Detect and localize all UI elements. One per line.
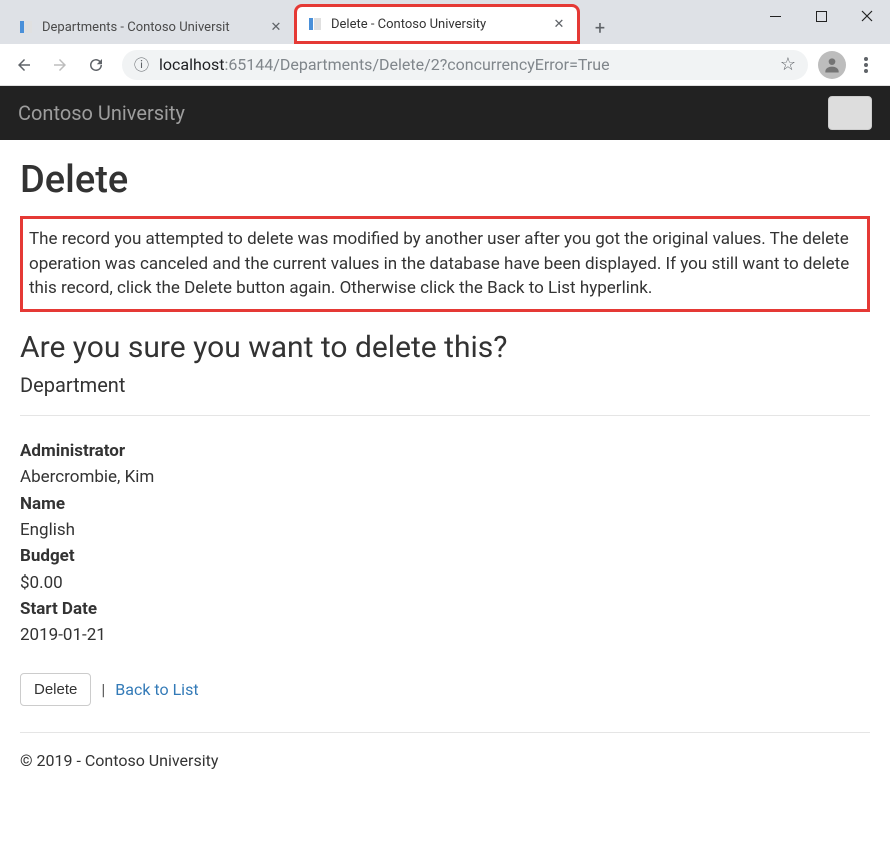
browser-toolbar: ⓘ localhost:65144/Departments/Delete/2?c…: [0, 44, 890, 86]
reload-button[interactable]: [80, 49, 112, 81]
concurrency-error-message: The record you attempted to delete was m…: [20, 216, 870, 312]
back-to-list-link[interactable]: Back to List: [115, 680, 198, 699]
field-label: Start Date: [20, 596, 870, 622]
url-text: localhost:65144/Departments/Delete/2?con…: [159, 55, 610, 74]
maximize-button[interactable]: [798, 0, 844, 32]
minimize-button[interactable]: [752, 0, 798, 32]
close-window-button[interactable]: [844, 0, 890, 32]
page-content: Delete The record you attempted to delet…: [0, 140, 890, 788]
nav-toggle-button[interactable]: [828, 96, 872, 130]
field-value: $0.00: [20, 570, 870, 596]
forward-button[interactable]: [44, 49, 76, 81]
close-tab-icon[interactable]: ✕: [268, 19, 284, 35]
field-value: 2019-01-21: [20, 622, 870, 648]
details-list: AdministratorAbercrombie, KimNameEnglish…: [20, 438, 870, 649]
browser-tab-inactive[interactable]: Departments - Contoso Universit ✕: [8, 10, 294, 44]
confirm-heading: Are you sure you want to delete this?: [20, 330, 870, 365]
browser-menu-button[interactable]: [850, 49, 882, 81]
page-favicon-icon: [18, 19, 34, 35]
field-label: Administrator: [20, 438, 870, 464]
tab-title: Delete - Contoso University: [331, 17, 543, 32]
close-tab-icon[interactable]: ✕: [551, 16, 567, 32]
page-favicon-icon: [307, 16, 323, 32]
field-value: Abercrombie, Kim: [20, 464, 870, 490]
page-title: Delete: [20, 158, 870, 202]
bookmark-star-icon[interactable]: ☆: [780, 54, 796, 75]
browser-tab-active[interactable]: Delete - Contoso University ✕: [294, 4, 580, 44]
page-footer: © 2019 - Contoso University: [20, 732, 870, 770]
tab-title: Departments - Contoso Universit: [42, 20, 260, 35]
app-brand[interactable]: Contoso University: [18, 101, 185, 125]
entity-name: Department: [20, 373, 870, 397]
app-navbar: Contoso University: [0, 86, 890, 140]
new-tab-button[interactable]: +: [586, 14, 614, 42]
address-bar[interactable]: ⓘ localhost:65144/Departments/Delete/2?c…: [122, 50, 808, 80]
divider: [20, 415, 870, 416]
field-label: Name: [20, 491, 870, 517]
delete-button[interactable]: Delete: [20, 673, 91, 706]
field-label: Budget: [20, 543, 870, 569]
window-controls: [752, 0, 890, 32]
form-actions: Delete | Back to List: [20, 673, 870, 706]
profile-avatar-button[interactable]: [818, 51, 846, 79]
back-button[interactable]: [8, 49, 40, 81]
field-value: English: [20, 517, 870, 543]
site-info-icon[interactable]: ⓘ: [134, 54, 149, 75]
separator: |: [101, 680, 105, 699]
